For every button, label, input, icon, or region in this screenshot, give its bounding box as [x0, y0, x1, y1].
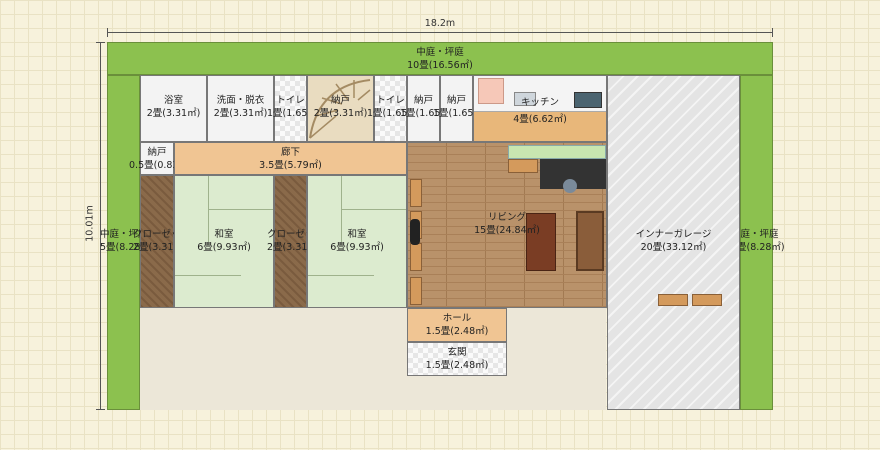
width-dimension-line [107, 32, 773, 33]
room-name: 中庭・坪庭 [416, 47, 464, 58]
room-name: 浴室 [163, 95, 183, 106]
room-name: インナーガレージ [635, 229, 712, 240]
shelf-left [410, 179, 422, 207]
room-area: 6畳(9.93㎡) [197, 242, 251, 253]
room-area: 1.5畳(2.48㎡) [425, 326, 489, 337]
room-washitsu-2[interactable]: 和室 6畳(9.93㎡) [307, 175, 407, 308]
room-name: 洗面・脱衣 [216, 95, 265, 106]
room-washroom[interactable]: 洗面・脱衣 2畳(3.31㎡) [207, 75, 274, 142]
room-area: 10畳(16.56㎡) [407, 60, 473, 71]
courtyard-right[interactable]: 中庭・坪庭 5畳(8.28㎡) [731, 75, 785, 410]
room-entrance[interactable]: 玄関 1.5畳(2.48㎡) [407, 342, 507, 376]
room-name: 玄関 [447, 347, 467, 358]
height-dimension-tick-top [96, 42, 105, 43]
room-name: トイレ [276, 95, 305, 106]
room-area: 20畳(33.12㎡) [640, 242, 707, 253]
height-dimension-label: 10.01m [84, 205, 96, 242]
courtyard-top[interactable]: 中庭・坪庭 10畳(16.56㎡) [107, 42, 773, 75]
room-name: リビング [487, 212, 526, 223]
room-name: 納戸 [147, 147, 167, 158]
room-area: 1.5畳(2.48㎡) [425, 360, 489, 371]
house-footprint [140, 306, 606, 410]
room-closet-1[interactable]: クローゼット 2畳(3.31㎡) [133, 175, 190, 308]
width-dimension-label: 18.2m [424, 18, 456, 29]
room-storage-stairs[interactable]: 納戸 2畳(3.31㎡) [307, 75, 374, 142]
room-closet-2[interactable]: クローゼット 2畳(3.31㎡) [267, 175, 324, 308]
room-corridor[interactable]: 廊下 3.5畳(5.79㎡) [174, 142, 407, 175]
room-name: キッチン [520, 97, 559, 108]
wheel-stop-left [658, 294, 688, 306]
width-dimension-tick-left [107, 28, 108, 37]
room-inner-garage[interactable]: インナーガレージ 20畳(33.12㎡) [607, 75, 740, 410]
height-dimension-tick-bottom [96, 409, 105, 410]
room-name: 納戸 [413, 95, 433, 106]
room-name: クローゼット [133, 229, 191, 240]
room-storage-small[interactable]: 納戸 0.5畳(0.83㎡) [129, 142, 192, 175]
width-dimension-tick-right [772, 28, 773, 37]
room-area: 15畳(24.84㎡) [474, 225, 540, 236]
shelf-left [410, 277, 422, 305]
room-area: 2畳(3.31㎡) [213, 108, 268, 119]
room-hall[interactable]: ホール 1.5畳(2.48㎡) [407, 308, 507, 342]
room-area: 1畳(1.65㎡) [267, 108, 321, 119]
room-name: 納戸 [330, 95, 350, 106]
counter-shelf [508, 159, 538, 173]
room-bath[interactable]: 浴室 2畳(3.31㎡) [140, 75, 207, 142]
room-area: 1畳(1.65㎡) [433, 108, 487, 119]
kitchen-island [508, 145, 606, 159]
room-name: クローゼット [267, 229, 325, 240]
room-area: 2畳(3.31㎡) [146, 108, 201, 119]
room-area: 2畳(3.31㎡) [313, 108, 368, 119]
room-area: 0.5畳(0.83㎡) [129, 160, 192, 171]
room-area: 2畳(3.31㎡) [267, 242, 321, 253]
room-living[interactable]: リビング 15畳(24.84㎡) [407, 142, 607, 308]
room-kitchen[interactable]: キッチン 4畳(6.62㎡) [473, 75, 607, 142]
wheel-stop-right [692, 294, 722, 306]
room-name: 廊下 [280, 147, 300, 158]
room-area: 2畳(3.31㎡) [133, 242, 187, 253]
room-name: 和室 [347, 229, 367, 240]
room-area: 6畳(9.93㎡) [330, 242, 384, 253]
room-area: 3.5畳(5.79㎡) [259, 160, 322, 171]
room-name: トイレ [376, 95, 405, 106]
room-name: 納戸 [446, 95, 466, 106]
room-storage-3[interactable]: 納戸 1畳(1.65㎡) [433, 75, 487, 142]
shelf-left [410, 243, 422, 271]
room-area: 4畳(6.62㎡) [513, 114, 567, 125]
room-name: ホール [442, 313, 472, 324]
height-dimension-line [100, 42, 101, 410]
room-name: 和室 [214, 229, 234, 240]
room-washitsu-1[interactable]: 和室 6畳(9.93㎡) [174, 175, 274, 308]
stool-icon [563, 179, 577, 193]
room-toilet-1[interactable]: トイレ 1畳(1.65㎡) [267, 75, 321, 142]
